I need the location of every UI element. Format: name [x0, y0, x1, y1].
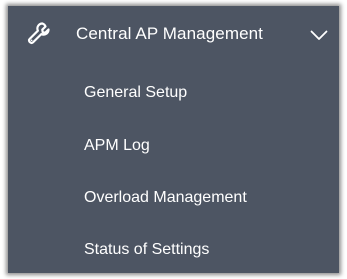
chevron-down-icon[interactable]: [310, 28, 328, 40]
submenu-item-label: APM Log: [84, 137, 150, 154]
submenu-item-label: Status of Settings: [84, 241, 210, 258]
sidebar-menu-panel: Central AP Management General Setup APM …: [8, 6, 339, 273]
submenu-item-overload-management[interactable]: Overload Management: [8, 178, 339, 220]
submenu-item-status-of-settings[interactable]: Status of Settings: [8, 230, 339, 272]
wrench-icon: [26, 20, 52, 46]
menu-central-ap-management[interactable]: Central AP Management: [8, 6, 339, 58]
submenu-item-label: Overload Management: [84, 189, 247, 206]
submenu-item-general-setup[interactable]: General Setup: [8, 73, 339, 115]
menu-header-label: Central AP Management: [76, 24, 264, 43]
submenu-item-label: General Setup: [84, 84, 188, 101]
submenu-item-apm-log[interactable]: APM Log: [8, 126, 339, 168]
